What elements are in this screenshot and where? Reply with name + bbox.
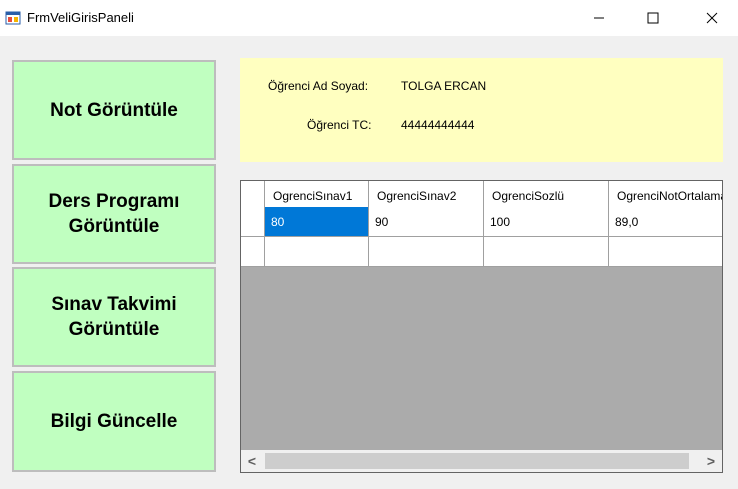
grid-cell[interactable]: 89,0 (609, 207, 722, 237)
not-goruntule-button[interactable]: Not Görüntüle (12, 60, 216, 160)
app-icon (5, 11, 21, 25)
grid-cell[interactable]: 90 (369, 207, 484, 237)
table-row[interactable]: 80 90 100 89,0 (241, 207, 722, 237)
student-info-panel: Öğrenci Ad Soyad: TOLGA ERCAN Öğrenci TC… (240, 58, 723, 162)
ders-programi-button[interactable]: Ders Programı Görüntüle (12, 164, 216, 264)
student-tc-value: 44444444444 (401, 118, 475, 132)
new-row[interactable] (241, 237, 722, 267)
grid-cell[interactable] (609, 237, 722, 267)
student-tc-label: Öğrenci TC: (307, 118, 372, 132)
close-button[interactable] (689, 0, 735, 36)
row-header[interactable] (241, 237, 265, 267)
maximize-button[interactable] (630, 0, 676, 36)
grades-grid[interactable]: OgrenciSınav1 OgrenciSınav2 OgrenciSozlü… (240, 180, 723, 473)
title-bar: FrmVeliGirisPaneli (0, 0, 738, 36)
student-name-value: TOLGA ERCAN (401, 79, 487, 93)
grid-cell[interactable] (484, 237, 609, 267)
window-title: FrmVeliGirisPaneli (27, 10, 134, 25)
close-icon (706, 12, 718, 24)
minimize-button[interactable] (576, 0, 622, 36)
bilgi-guncelle-button[interactable]: Bilgi Güncelle (12, 371, 216, 472)
minimize-icon (594, 17, 604, 19)
grid-cell[interactable]: 100 (484, 207, 609, 237)
student-name-label: Öğrenci Ad Soyad: (268, 79, 369, 93)
sinav-takvimi-button[interactable]: Sınav Takvimi Görüntüle (12, 267, 216, 367)
scroll-left-icon[interactable]: < (241, 450, 263, 472)
scroll-right-icon[interactable]: > (700, 450, 722, 472)
maximize-icon (647, 12, 659, 24)
scrollbar-thumb[interactable] (265, 453, 689, 469)
grid-cell[interactable]: 80 (265, 207, 369, 237)
grid-cell[interactable] (265, 237, 369, 267)
grid-cell[interactable] (369, 237, 484, 267)
horizontal-scrollbar[interactable]: < > (241, 450, 722, 472)
row-header[interactable] (241, 207, 265, 237)
